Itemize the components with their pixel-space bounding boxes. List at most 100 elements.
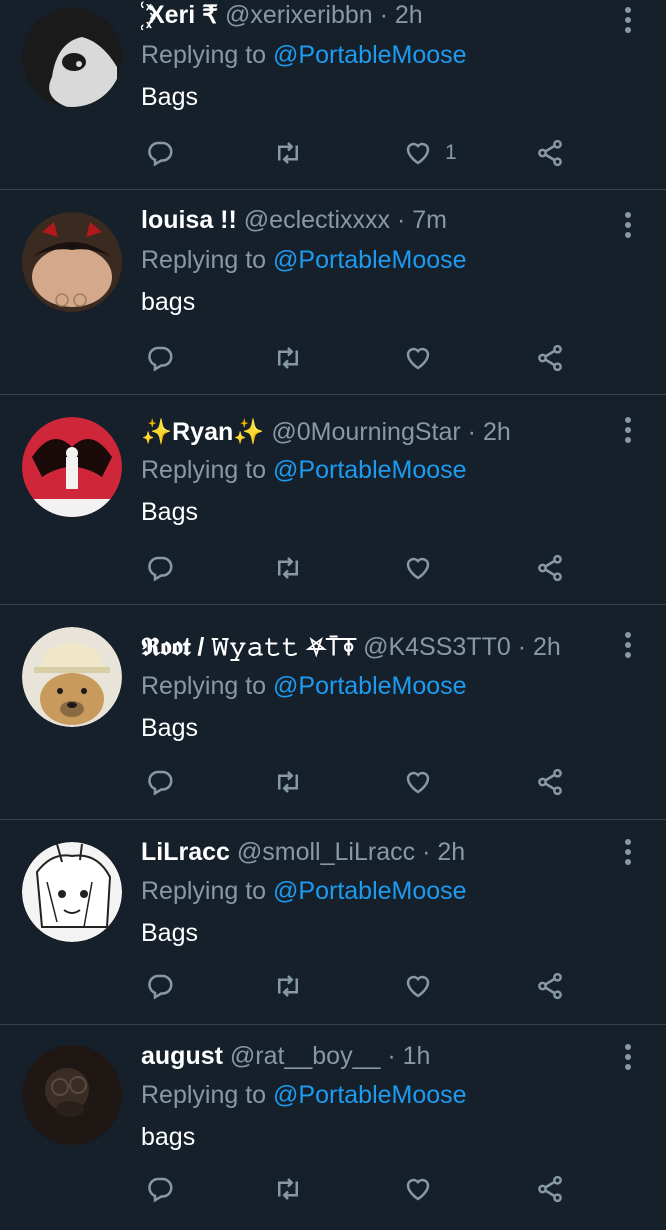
user-handle[interactable]: @xerixeribbn: [225, 1, 373, 29]
user-handle[interactable]: @smoll_LiLracc: [237, 838, 415, 866]
timestamp[interactable]: 2h: [437, 838, 465, 866]
like-button[interactable]: [403, 764, 445, 800]
tweet[interactable]: louisa !! @eclectixxxx · 7m Replying to …: [0, 190, 666, 395]
retweet-button[interactable]: [273, 135, 303, 171]
avatar-image: [22, 417, 122, 517]
reply-button[interactable]: [145, 550, 175, 586]
like-button[interactable]: [403, 968, 445, 1004]
user-handle[interactable]: @K4SS3TT0: [363, 633, 511, 661]
tweet-header: ✨Ryan✨ @0MourningStar · 2h: [141, 417, 606, 447]
avatar-image: [22, 1045, 122, 1145]
timestamp[interactable]: 1h: [403, 1042, 431, 1070]
heart-icon: [406, 975, 430, 998]
retweet-icon: [278, 557, 298, 579]
share-button[interactable]: [535, 135, 565, 171]
reply-button[interactable]: [145, 764, 175, 800]
tweet[interactable]: ꙰ Xeri ₹ @xerixeribbn · 2h Replying to @…: [0, 0, 666, 190]
separator-dot: ·: [397, 206, 406, 234]
mention-link[interactable]: @PortableMoose: [273, 456, 467, 484]
share-button[interactable]: [535, 550, 565, 586]
retweet-button[interactable]: [273, 1171, 303, 1207]
timestamp[interactable]: 2h: [533, 633, 561, 661]
replying-to: Replying to @PortableMoose: [141, 455, 467, 485]
tweet[interactable]: ✨Ryan✨ @0MourningStar · 2h Replying to @…: [0, 395, 666, 605]
like-button[interactable]: [403, 340, 445, 376]
mention-link[interactable]: @PortableMoose: [273, 246, 467, 274]
heart-icon: [406, 347, 430, 370]
avatar[interactable]: [22, 417, 122, 517]
share-button[interactable]: [535, 340, 565, 376]
user-handle[interactable]: @eclectixxxx: [244, 206, 390, 234]
tweet-header: louisa !! @eclectixxxx · 7m: [141, 205, 606, 235]
avatar[interactable]: [22, 1045, 122, 1145]
display-name[interactable]: ✨Ryan✨: [141, 418, 264, 446]
reply-icon: [148, 974, 173, 1000]
display-name[interactable]: ꙰ Xeri ₹: [141, 1, 218, 29]
replying-to-label: Replying to: [141, 246, 267, 274]
share-button[interactable]: [535, 764, 565, 800]
heart-icon: [406, 557, 430, 580]
display-name[interactable]: LiLracc: [141, 838, 230, 866]
avatar[interactable]: [22, 627, 122, 727]
user-handle[interactable]: @0MourningStar: [271, 418, 460, 446]
user-handle[interactable]: @rat__boy__: [230, 1042, 380, 1070]
mention-link[interactable]: @PortableMoose: [273, 41, 467, 69]
tweet[interactable]: LiLracc @smoll_LiLracc · 2h Replying to …: [0, 820, 666, 1025]
tweet[interactable]: 𝕽𝖔𝖔𝖙 / 𝚆𝚢𝚊𝚝𝚝 ⛧⍑⍕ @K4SS3TT0 · 2h Replying…: [0, 605, 666, 820]
avatar[interactable]: [22, 842, 122, 942]
retweet-button[interactable]: [273, 764, 303, 800]
more-vertical-icon[interactable]: [618, 1042, 638, 1072]
more-vertical-icon[interactable]: [618, 630, 638, 660]
more-vertical-icon[interactable]: [618, 210, 638, 240]
replying-to-label: Replying to: [141, 1081, 267, 1109]
display-name[interactable]: louisa !!: [141, 206, 237, 234]
display-name[interactable]: august: [141, 1042, 223, 1070]
more-vertical-icon[interactable]: [618, 415, 638, 445]
tweet-text: Bags: [141, 919, 198, 947]
retweet-button[interactable]: [273, 968, 303, 1004]
retweet-button[interactable]: [273, 340, 303, 376]
avatar-image: [22, 7, 122, 107]
replying-to-label: Replying to: [141, 456, 267, 484]
like-button[interactable]: [403, 550, 445, 586]
share-icon: [538, 344, 562, 372]
tweet-actions: [141, 340, 581, 376]
share-button[interactable]: [535, 1171, 565, 1207]
reply-button[interactable]: [145, 135, 175, 171]
reply-icon: [148, 346, 173, 372]
share-icon: [538, 139, 562, 167]
display-name[interactable]: 𝕽𝖔𝖔𝖙 / 𝚆𝚢𝚊𝚝𝚝 ⛧⍑⍕: [141, 633, 356, 661]
tweet-actions: [141, 764, 581, 800]
reply-button[interactable]: [145, 1171, 175, 1207]
timestamp[interactable]: 2h: [395, 1, 423, 29]
tweet-actions: [141, 550, 581, 586]
more-vertical-icon[interactable]: [618, 837, 638, 867]
tweet-text: bags: [141, 288, 196, 316]
tweet[interactable]: august @rat__boy__ · 1h Replying to @Por…: [0, 1025, 666, 1230]
separator-dot: ·: [422, 838, 431, 866]
more-vertical-icon[interactable]: [618, 5, 638, 35]
timestamp[interactable]: 2h: [483, 418, 511, 446]
mention-link[interactable]: @PortableMoose: [273, 877, 467, 905]
avatar[interactable]: [22, 212, 122, 312]
reply-icon: [148, 770, 173, 796]
retweet-icon: [278, 975, 298, 997]
reply-button[interactable]: [145, 340, 175, 376]
avatar[interactable]: [22, 7, 122, 107]
retweet-icon: [278, 347, 298, 369]
separator-dot: ·: [387, 1042, 396, 1070]
heart-icon: [406, 142, 430, 165]
like-button[interactable]: 1: [403, 135, 457, 171]
replying-to: Replying to @PortableMoose: [141, 245, 467, 275]
retweet-button[interactable]: [273, 550, 303, 586]
tweet-header: 𝕽𝖔𝖔𝖙 / 𝚆𝚢𝚊𝚝𝚝 ⛧⍑⍕ @K4SS3TT0 · 2h: [141, 632, 606, 662]
mention-link[interactable]: @PortableMoose: [273, 1081, 467, 1109]
tweet-text: bags: [141, 1123, 196, 1151]
like-button[interactable]: [403, 1171, 445, 1207]
share-button[interactable]: [535, 968, 565, 1004]
reply-button[interactable]: [145, 968, 175, 1004]
replying-to: Replying to @PortableMoose: [141, 876, 467, 906]
timestamp[interactable]: 7m: [412, 206, 447, 234]
replying-to: Replying to @PortableMoose: [141, 1080, 467, 1110]
mention-link[interactable]: @PortableMoose: [273, 672, 467, 700]
